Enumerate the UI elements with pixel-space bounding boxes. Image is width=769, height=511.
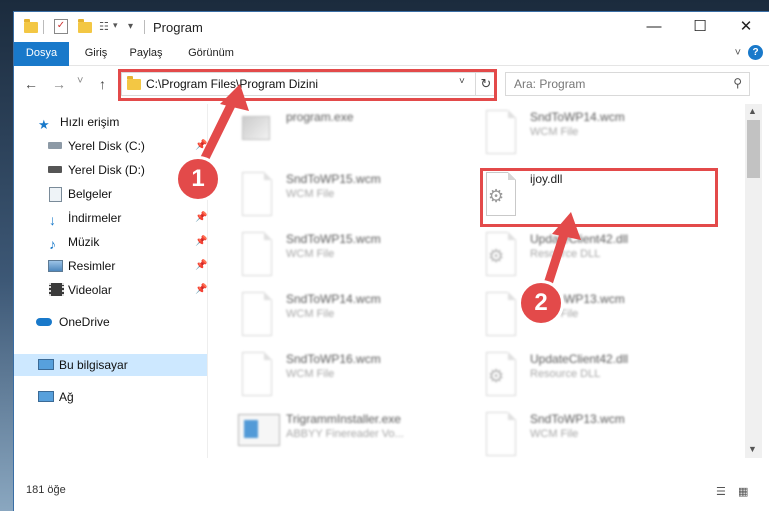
file-item[interactable]: program.exe bbox=[236, 108, 456, 160]
file-list: program.exe SndToWP14.wcm WCM File SndTo… bbox=[208, 104, 745, 458]
sidebar-item-videos[interactable]: Videolar 📌 bbox=[14, 279, 207, 301]
folder-icon bbox=[24, 19, 38, 33]
sidebar-item-onedrive[interactable]: OneDrive bbox=[14, 311, 207, 333]
file-icon bbox=[480, 290, 516, 338]
pictures-icon bbox=[48, 260, 63, 272]
address-highlight bbox=[118, 69, 497, 101]
sidebar-item-pictures[interactable]: Resimler 📌 bbox=[14, 255, 207, 277]
navigation-pane: ★ Hızlı erişim Yerel Disk (C:) 📌 Yerel D… bbox=[14, 104, 207, 458]
file-icon bbox=[236, 290, 272, 338]
file-icon bbox=[480, 410, 516, 458]
divider bbox=[144, 20, 145, 34]
sidebar-item-downloads[interactable]: ↓ İndirmeler 📌 bbox=[14, 207, 207, 229]
recent-locations-button[interactable]: ˅ bbox=[77, 75, 83, 87]
file-icon bbox=[480, 108, 516, 156]
sidebar-item-music[interactable]: ♪ Müzik 📌 bbox=[14, 231, 207, 253]
file-item[interactable]: SndToWP13.wcm WCM File bbox=[480, 290, 700, 342]
file-item[interactable]: SndToWP15.wcm WCM File bbox=[236, 230, 456, 282]
video-icon bbox=[49, 283, 64, 296]
callout-badge-1: 1 bbox=[175, 156, 221, 202]
pin-icon[interactable]: 📌 bbox=[195, 207, 207, 229]
file-item[interactable]: SndToWP15.wcm WCM File bbox=[236, 170, 456, 222]
file-item[interactable]: ⚙ UpdateClient42.dll Resource DLL bbox=[480, 350, 700, 402]
installer-icon bbox=[236, 410, 280, 458]
pin-icon[interactable]: 📌 bbox=[195, 255, 207, 277]
pin-icon[interactable]: 📌 bbox=[195, 231, 207, 253]
title-bar: ✓ ☷ ▾ ▾ Program — ☐ ✕ bbox=[14, 12, 769, 42]
large-icons-view-icon[interactable]: ▦ bbox=[738, 485, 748, 498]
properties-icon[interactable]: ✓ bbox=[54, 19, 68, 34]
scroll-thumb[interactable] bbox=[747, 120, 760, 178]
rename-icon[interactable]: ☷ bbox=[99, 20, 109, 33]
drive-icon bbox=[48, 142, 62, 149]
sidebar-item-quick-access[interactable]: ★ Hızlı erişim bbox=[14, 111, 207, 133]
vertical-scrollbar[interactable]: ▲ ▼ bbox=[745, 104, 762, 458]
up-button[interactable]: ↑ bbox=[99, 76, 106, 92]
back-button[interactable]: ← bbox=[24, 76, 38, 92]
file-icon bbox=[236, 170, 272, 218]
expand-ribbon-icon[interactable]: ˅ bbox=[735, 47, 741, 59]
pin-icon[interactable]: 📌 bbox=[195, 135, 207, 157]
sidebar-item-local-disk-c[interactable]: Yerel Disk (C:) 📌 bbox=[14, 135, 207, 157]
search-input[interactable]: Ara: Program bbox=[514, 77, 585, 91]
dll-gear-icon: ⚙ bbox=[480, 350, 516, 398]
tab-view[interactable]: Görünüm bbox=[181, 42, 241, 65]
close-button[interactable]: ✕ bbox=[723, 12, 769, 42]
window-title: Program bbox=[153, 20, 203, 35]
file-item[interactable]: SndToWP14.wcm WCM File bbox=[236, 290, 456, 342]
file-item[interactable]: SndToWP13.wcm WCM File bbox=[480, 410, 700, 462]
file-item[interactable]: SndToWP14.wcm WCM File bbox=[480, 108, 700, 160]
scroll-up-icon[interactable]: ▲ bbox=[748, 106, 757, 116]
file-item[interactable]: SndToWP16.wcm WCM File bbox=[236, 350, 456, 402]
scroll-down-icon[interactable]: ▼ bbox=[748, 444, 757, 454]
minimize-button[interactable]: — bbox=[631, 12, 677, 42]
chevron-down-icon[interactable]: ▾ bbox=[113, 20, 118, 31]
exe-icon bbox=[236, 108, 272, 156]
file-item[interactable]: ⚙ UpdateClient42.dll Resource DLL bbox=[480, 230, 700, 282]
sidebar-item-this-pc[interactable]: Bu bilgisayar bbox=[14, 354, 207, 376]
new-folder-icon[interactable] bbox=[78, 19, 92, 33]
file-item[interactable]: TrigrammInstaller.exe ABBYY Finereader V… bbox=[236, 410, 456, 462]
file-highlight bbox=[480, 168, 718, 227]
documents-icon bbox=[49, 187, 62, 202]
tab-share[interactable]: Paylaş bbox=[124, 42, 168, 65]
forward-button[interactable]: → bbox=[52, 76, 66, 92]
file-icon bbox=[236, 350, 272, 398]
customize-toolbar-icon[interactable]: ▾ bbox=[128, 21, 133, 32]
search-icon[interactable]: ⚲ bbox=[733, 76, 742, 90]
music-icon: ♪ bbox=[49, 236, 56, 252]
callout-badge-2: 2 bbox=[518, 280, 564, 326]
cloud-icon bbox=[36, 318, 52, 326]
drive-icon bbox=[48, 166, 62, 173]
item-count: 181 öğe bbox=[26, 484, 66, 496]
maximize-button[interactable]: ☐ bbox=[677, 12, 723, 42]
status-bar: 181 öğe ☰ ▦ bbox=[14, 480, 769, 511]
sidebar-item-network[interactable]: Ağ bbox=[14, 386, 207, 408]
tab-home[interactable]: Giriş bbox=[76, 42, 116, 65]
file-icon bbox=[236, 230, 272, 278]
pin-icon[interactable]: 📌 bbox=[195, 279, 207, 301]
help-icon[interactable]: ? bbox=[748, 45, 763, 60]
search-box[interactable]: Ara: Program ⚲ bbox=[505, 72, 750, 96]
divider bbox=[43, 20, 44, 34]
dll-gear-icon: ⚙ bbox=[480, 230, 516, 278]
ribbon-tabs: Dosya Giriş Paylaş Görünüm ˅ ? bbox=[14, 42, 769, 94]
star-icon: ★ bbox=[38, 117, 50, 132]
download-icon: ↓ bbox=[49, 212, 56, 228]
computer-icon bbox=[38, 359, 54, 370]
details-view-icon[interactable]: ☰ bbox=[716, 485, 726, 498]
network-icon bbox=[38, 391, 54, 402]
